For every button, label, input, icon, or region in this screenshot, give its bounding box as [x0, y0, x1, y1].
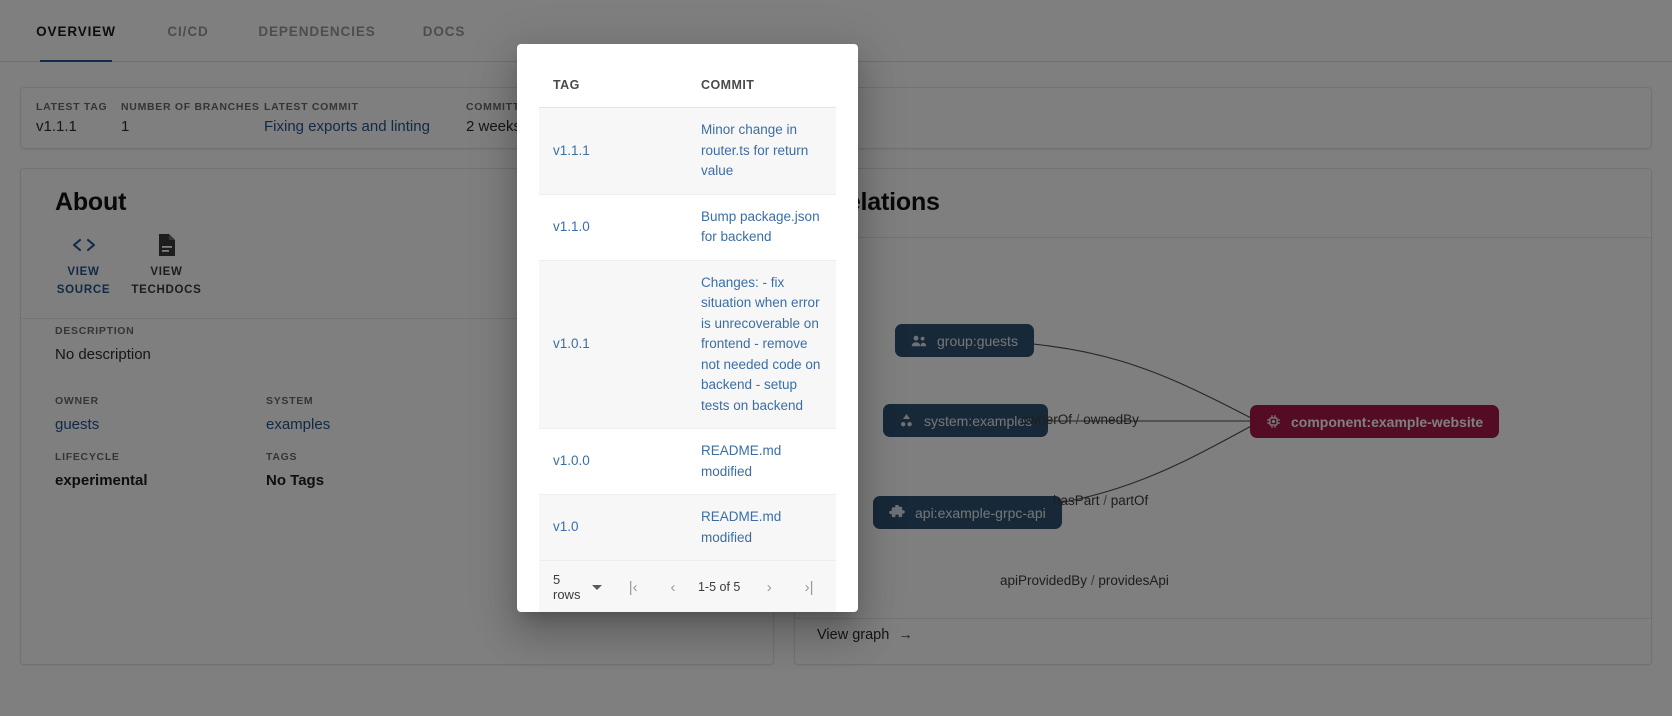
rows-per-page-label: 5 rows — [553, 572, 581, 603]
next-page-button[interactable]: › — [756, 572, 782, 602]
first-page-button[interactable]: |‹ — [620, 572, 646, 602]
cell-commit[interactable]: README.md modified — [687, 428, 836, 496]
table-header-row: TAG COMMIT — [539, 62, 836, 108]
tags-dialog: TAG COMMIT v1.1.1 Minor change in router… — [517, 44, 858, 612]
cell-tag[interactable]: v1.0 — [539, 494, 687, 562]
tags-table: TAG COMMIT v1.1.1 Minor change in router… — [539, 62, 836, 562]
last-page-button[interactable]: ›| — [796, 572, 822, 602]
table-row[interactable]: v1.0.0 README.md modified — [539, 428, 836, 496]
column-header-tag[interactable]: TAG — [539, 62, 687, 108]
cell-tag[interactable]: v1.0.0 — [539, 428, 687, 496]
cell-commit[interactable]: Bump package.json for backend — [687, 194, 836, 261]
tags-table-body: v1.1.1 Minor change in router.ts for ret… — [539, 107, 836, 562]
cell-tag[interactable]: v1.1.0 — [539, 194, 687, 261]
table-row[interactable]: v1.1.0 Bump package.json for backend — [539, 194, 836, 261]
tags-table-head: TAG COMMIT — [539, 62, 836, 108]
column-header-commit[interactable]: COMMIT — [687, 62, 836, 108]
chevron-down-icon — [592, 584, 603, 590]
table-row[interactable]: v1.1.1 Minor change in router.ts for ret… — [539, 107, 836, 195]
cell-commit[interactable]: README.md modified — [687, 494, 836, 562]
cell-commit[interactable]: Minor change in router.ts for return val… — [687, 107, 836, 195]
tags-dialog-content: TAG COMMIT v1.1.1 Minor change in router… — [539, 62, 836, 612]
cell-tag[interactable]: v1.1.1 — [539, 107, 687, 195]
cell-commit[interactable]: Changes: - fix situation when error is u… — [687, 260, 836, 430]
table-row[interactable]: v1.0.1 Changes: - fix situation when err… — [539, 260, 836, 430]
pagination-range: 1-5 of 5 — [697, 580, 741, 595]
cell-tag[interactable]: v1.0.1 — [539, 260, 687, 430]
table-row[interactable]: v1.0 README.md modified — [539, 494, 836, 562]
prev-page-button[interactable]: ‹ — [660, 572, 686, 602]
rows-per-page-select[interactable]: 5 rows — [553, 572, 603, 603]
table-pagination: 5 rows |‹ ‹ 1-5 of 5 › ›| — [539, 561, 836, 612]
